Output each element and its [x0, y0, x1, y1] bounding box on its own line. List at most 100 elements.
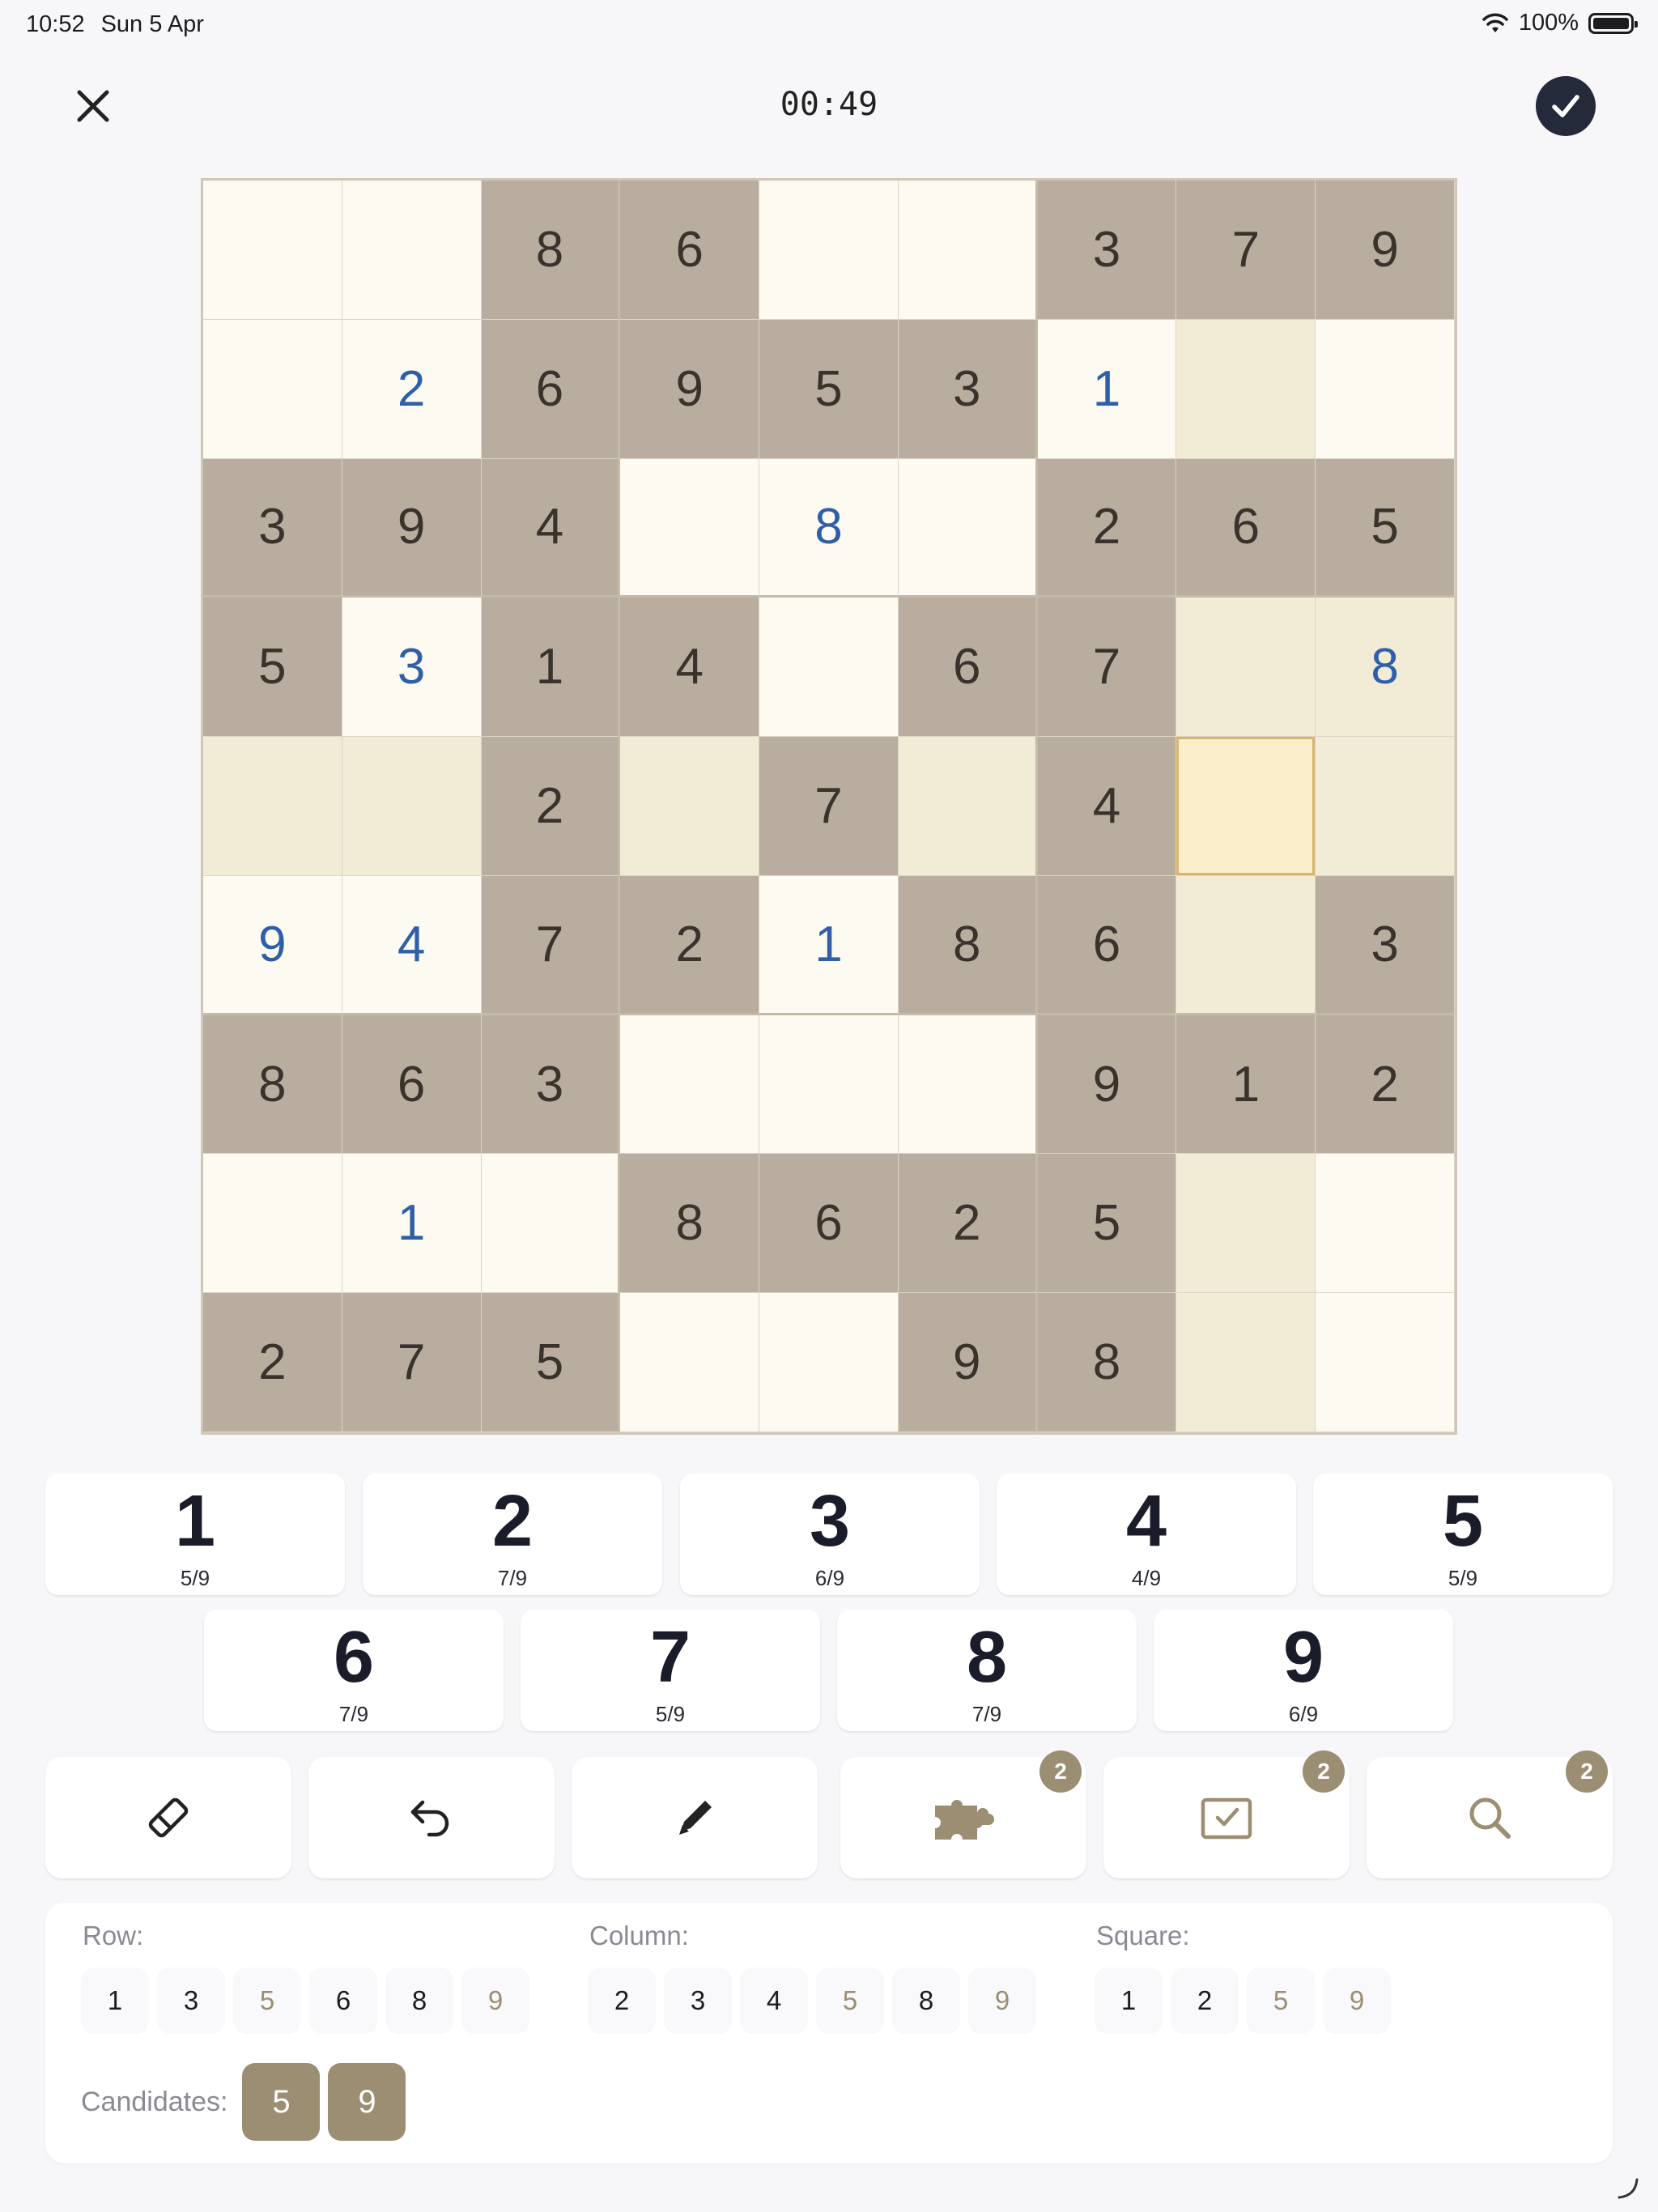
board-cell[interactable] [759, 598, 899, 738]
board-cell[interactable] [1316, 1154, 1455, 1294]
check-solution-button[interactable] [1536, 76, 1596, 136]
number-key-7[interactable]: 7 5/9 [521, 1610, 820, 1731]
number-key-1[interactable]: 1 5/9 [45, 1474, 345, 1595]
board-cell[interactable]: 3 [481, 1015, 621, 1155]
board-cell[interactable]: 9 [898, 1293, 1038, 1432]
board-cell[interactable] [1316, 319, 1455, 459]
board-cell[interactable]: 6 [759, 1154, 899, 1294]
board-cell[interactable]: 1 [342, 1154, 482, 1294]
board-cell[interactable]: 6 [481, 319, 621, 459]
number-key-4[interactable]: 4 4/9 [997, 1474, 1296, 1595]
board-cell[interactable]: 1 [481, 598, 621, 738]
board-cell[interactable]: 6 [1176, 458, 1316, 598]
search-button[interactable]: 2 [1367, 1750, 1613, 1878]
board-cell[interactable]: 7 [1176, 181, 1316, 320]
hint-button[interactable]: 2 [840, 1750, 1086, 1878]
board-cell[interactable]: 3 [342, 598, 482, 738]
board-cell[interactable] [620, 737, 760, 876]
board-cell[interactable]: 6 [1037, 875, 1177, 1015]
board-cell[interactable] [898, 737, 1038, 876]
board-cell[interactable] [203, 181, 342, 320]
board-cell[interactable] [759, 1015, 899, 1155]
board-cell[interactable]: 2 [203, 1293, 342, 1432]
board-cell[interactable]: 8 [1316, 598, 1455, 738]
board-cell[interactable]: 6 [342, 1015, 482, 1155]
number-key-5[interactable]: 5 5/9 [1313, 1474, 1613, 1595]
candidate-chip[interactable]: 5 [242, 2063, 321, 2141]
board-cell[interactable]: 9 [1037, 1015, 1177, 1155]
board-cell[interactable]: 7 [481, 875, 621, 1015]
board-cell[interactable] [481, 1154, 621, 1294]
board-cell[interactable]: 8 [203, 1015, 342, 1155]
board-cell[interactable]: 5 [203, 598, 342, 738]
board-cell[interactable] [1176, 875, 1316, 1015]
candidate-chip[interactable]: 9 [328, 2063, 406, 2141]
board-cell[interactable] [898, 458, 1038, 598]
board-cell[interactable] [342, 737, 482, 876]
board-cell[interactable]: 8 [620, 1154, 760, 1294]
board-cell[interactable] [342, 181, 482, 320]
board-cell[interactable]: 8 [759, 458, 899, 598]
board-cell[interactable]: 4 [481, 458, 621, 598]
board-cell[interactable] [1176, 1154, 1316, 1294]
board-cell[interactable]: 8 [481, 181, 621, 320]
board-cell[interactable]: 8 [1037, 1293, 1177, 1432]
board-cell[interactable]: 1 [1176, 1015, 1316, 1155]
number-key-6[interactable]: 6 7/9 [204, 1610, 504, 1731]
board-cell[interactable]: 2 [481, 737, 621, 876]
board-cell[interactable] [759, 1293, 899, 1432]
board-cell[interactable]: 3 [1316, 875, 1455, 1015]
board-cell[interactable] [898, 1015, 1038, 1155]
number-key-2[interactable]: 2 7/9 [363, 1474, 662, 1595]
board-cell[interactable]: 3 [898, 319, 1038, 459]
board-cell[interactable] [1176, 319, 1316, 459]
board-cell[interactable]: 9 [1316, 181, 1455, 320]
board-cell[interactable] [1176, 598, 1316, 738]
board-cell[interactable]: 9 [203, 875, 342, 1015]
board-cell[interactable]: 6 [620, 181, 760, 320]
board-cell[interactable]: 7 [759, 737, 899, 876]
board-cell[interactable]: 5 [1316, 458, 1455, 598]
board-cell[interactable] [203, 319, 342, 459]
board-cell[interactable]: 5 [759, 319, 899, 459]
board-cell[interactable]: 2 [1316, 1015, 1455, 1155]
eraser-button[interactable] [45, 1757, 291, 1878]
board-cell[interactable]: 6 [898, 598, 1038, 738]
status-bar: 10:52 Sun 5 Apr 100% [0, 0, 1658, 49]
board-cell[interactable]: 9 [620, 319, 760, 459]
number-key-8[interactable]: 8 7/9 [837, 1610, 1137, 1731]
board-cell[interactable] [203, 1154, 342, 1294]
board-cell[interactable]: 1 [759, 875, 899, 1015]
board-cell[interactable]: 5 [481, 1293, 621, 1432]
board-cell[interactable] [620, 458, 760, 598]
board-cell[interactable] [620, 1015, 760, 1155]
board-cell[interactable] [203, 737, 342, 876]
board-cell[interactable] [898, 181, 1038, 320]
board-cell[interactable]: 2 [342, 319, 482, 459]
board-cell[interactable]: 5 [1037, 1154, 1177, 1294]
board-cell[interactable] [620, 1293, 760, 1432]
board-cell[interactable]: 1 [1037, 319, 1177, 459]
board-cell[interactable]: 9 [342, 458, 482, 598]
check-button[interactable]: 2 [1103, 1750, 1350, 1878]
undo-button[interactable] [308, 1757, 555, 1878]
board-cell[interactable]: 2 [1037, 458, 1177, 598]
board-cell[interactable]: 7 [342, 1293, 482, 1432]
board-cell[interactable]: 4 [342, 875, 482, 1015]
board-cell[interactable]: 4 [620, 598, 760, 738]
board-cell[interactable]: 3 [1037, 181, 1177, 320]
pencil-button[interactable] [572, 1757, 818, 1878]
board-cell[interactable]: 3 [203, 458, 342, 598]
board-cell[interactable]: 2 [898, 1154, 1038, 1294]
board-cell[interactable] [1316, 737, 1455, 876]
board-cell[interactable]: 4 [1037, 737, 1177, 876]
number-key-3[interactable]: 3 6/9 [680, 1474, 980, 1595]
board-cell[interactable] [1316, 1293, 1455, 1432]
selected-cell[interactable] [1176, 737, 1316, 876]
board-cell[interactable] [1176, 1293, 1316, 1432]
board-cell[interactable]: 7 [1037, 598, 1177, 738]
number-key-9[interactable]: 9 6/9 [1154, 1610, 1453, 1731]
board-cell[interactable]: 8 [898, 875, 1038, 1015]
board-cell[interactable] [759, 181, 899, 320]
board-cell[interactable]: 2 [620, 875, 760, 1015]
